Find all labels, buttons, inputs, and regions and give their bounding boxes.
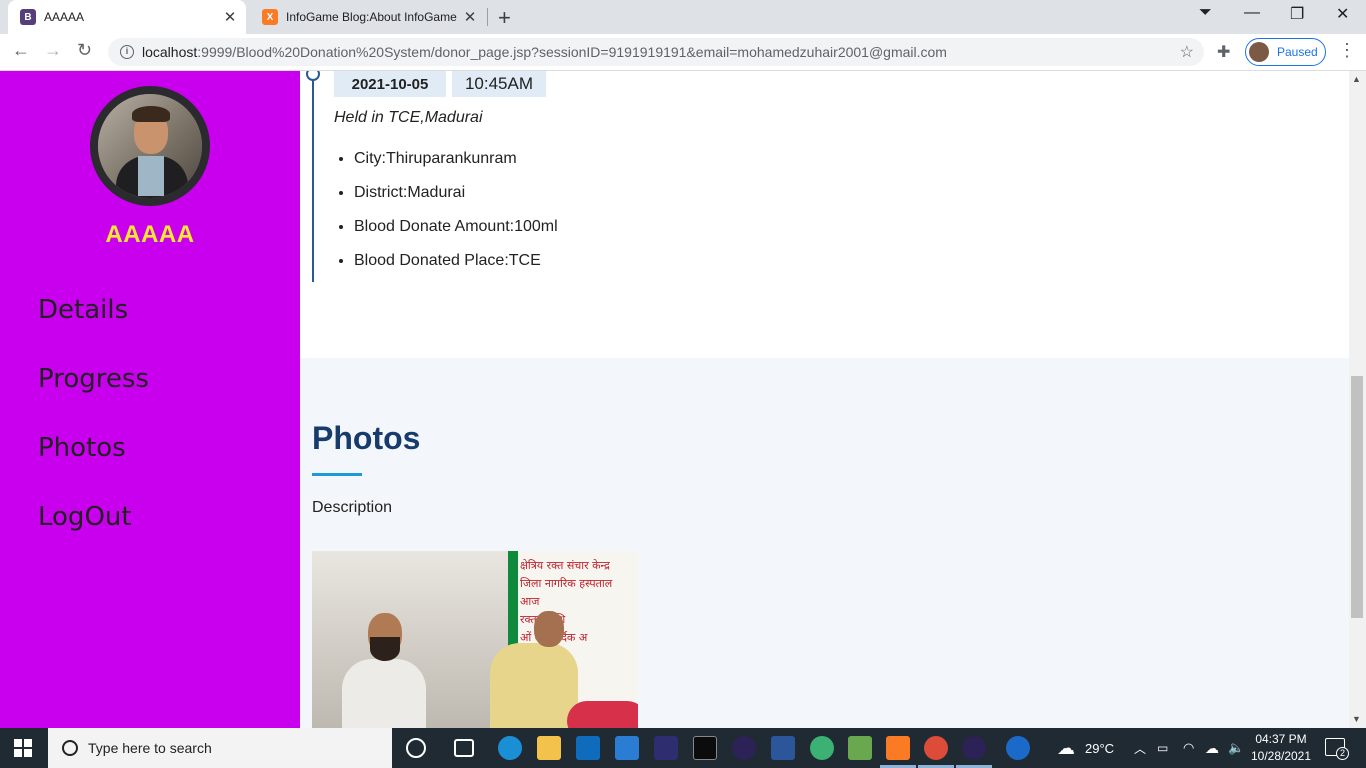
show-hidden-icons-icon[interactable]: ︿	[1134, 728, 1146, 768]
list-item: Blood Donate Amount:100ml	[354, 217, 558, 251]
eclipse-icon[interactable]	[732, 736, 756, 760]
banner-line: क्षेत्रिय रक्त संचार केन्द्र	[520, 559, 610, 572]
vertical-scrollbar[interactable]: ▲ ▼	[1349, 71, 1366, 728]
clock-time: 04:37 PM	[1255, 732, 1307, 746]
donation-photo[interactable]: क्षेत्रिय रक्त संचार केन्द्र जिला नागरिक…	[312, 551, 638, 728]
help-icon[interactable]	[1006, 736, 1030, 760]
extensions-puzzle-icon[interactable]: ✚	[1217, 42, 1230, 62]
list-item: Blood Donated Place:TCE	[354, 251, 558, 285]
edge-icon[interactable]	[498, 736, 522, 760]
timeline-held-location: Held in TCE,Madurai	[334, 109, 483, 126]
search-placeholder: Type here to search	[88, 740, 212, 756]
chrome-icon[interactable]	[924, 736, 948, 760]
xampp-icon[interactable]	[886, 736, 910, 760]
avatar	[90, 86, 210, 206]
timeline-time: 10:45AM	[452, 71, 546, 97]
search-icon	[62, 740, 78, 756]
nav-details[interactable]: Details	[38, 291, 149, 360]
close-tab-icon[interactable]: ✕	[460, 8, 480, 26]
banner-line: जिला नागरिक हस्पताल	[520, 577, 613, 590]
cortana-icon[interactable]	[406, 738, 426, 758]
site-info-icon[interactable]: i	[120, 45, 134, 59]
scrollbar-thumb[interactable]	[1351, 376, 1363, 618]
tab-search-dropdown-icon[interactable]: ⏷	[1199, 4, 1212, 22]
tab-separator	[487, 8, 488, 26]
tab-title: AAAAA	[44, 10, 85, 24]
microsoft-store-icon[interactable]	[576, 736, 600, 760]
close-tab-icon[interactable]: ✕	[220, 8, 240, 26]
word-icon[interactable]	[771, 736, 795, 760]
bookmark-star-icon[interactable]: ☆	[1180, 42, 1194, 62]
url-path: :9999/Blood%20Donation%20System/donor_pa…	[197, 44, 947, 60]
profile-avatar	[1249, 42, 1269, 62]
profile-button[interactable]: Paused	[1245, 38, 1326, 66]
browser-toolbar: ← → ↻ i localhost:9999/Blood%20Donation%…	[0, 34, 1366, 71]
progress-timeline: 2021-10-05 10:45AM Held in TCE,Madurai C…	[300, 71, 1349, 358]
page-viewport: AAAAA Details Progress Photos LogOut 202…	[0, 71, 1366, 728]
forward-arrow-icon[interactable]: →	[44, 40, 62, 61]
windows-start-icon[interactable]	[14, 739, 32, 757]
weather-widget[interactable]: ☁ 29°C	[1057, 728, 1114, 768]
url-host: localhost	[142, 44, 198, 60]
tab-title: InfoGame Blog:About InfoGame	[286, 10, 457, 24]
main-content: 2021-10-05 10:45AM Held in TCE,Madurai C…	[300, 71, 1349, 728]
browser-tab-strip: B AAAAA ✕ X InfoGame Blog:About InfoGame…	[0, 0, 1366, 34]
restore-icon[interactable]: ❐	[1290, 4, 1304, 24]
browser-menu-icon[interactable]: ⋮	[1338, 40, 1356, 61]
timeline-date: 2021-10-05	[334, 71, 446, 97]
volume-icon[interactable]: 🔈	[1228, 728, 1244, 768]
section-description: Description	[312, 499, 393, 516]
window-close-icon[interactable]: ✕	[1336, 4, 1349, 24]
list-item: City:Thiruparankunram	[354, 149, 558, 183]
minimize-icon[interactable]: —	[1244, 4, 1260, 22]
taskbar: Type here to search ☁ 29°C ︿ ▭ ◠ ☁ 🔈 04:…	[0, 728, 1366, 768]
weather-temp: 29°C	[1085, 740, 1115, 756]
donation-details-list: City:Thiruparankunram District:Madurai B…	[354, 149, 558, 285]
clock-date: 10/28/2021	[1250, 749, 1312, 763]
browser-tab-infogame[interactable]: X InfoGame Blog:About InfoGame ✕	[250, 0, 486, 34]
profile-status: Paused	[1277, 45, 1318, 59]
battery-icon[interactable]: ▭	[1157, 728, 1168, 768]
bootstrap-favicon-icon: B	[20, 9, 36, 25]
wifi-icon[interactable]: ◠	[1183, 728, 1194, 768]
notepad-plus-icon[interactable]	[848, 736, 872, 760]
banner-line: आज	[520, 595, 540, 608]
eclipse-ide-icon[interactable]	[962, 736, 986, 760]
nav-logout[interactable]: LogOut	[38, 498, 149, 567]
url-text[interactable]: localhost:9999/Blood%20Donation%20System…	[142, 44, 947, 60]
taskbar-clock[interactable]: 04:37 PM 10/28/2021	[1248, 731, 1314, 765]
sidebar: AAAAA Details Progress Photos LogOut	[0, 71, 300, 728]
new-tab-plus-icon[interactable]: +	[498, 5, 511, 31]
timeline-line	[312, 71, 314, 282]
xampp-favicon-icon: X	[262, 9, 278, 25]
atom-icon[interactable]	[810, 736, 834, 760]
sidebar-nav: Details Progress Photos LogOut	[38, 291, 149, 567]
username: AAAAA	[105, 221, 195, 248]
title-underline	[312, 473, 362, 476]
file-explorer-icon[interactable]	[537, 736, 561, 760]
section-title: Photos	[312, 420, 421, 456]
back-arrow-icon[interactable]: ←	[12, 40, 30, 61]
weather-cloud-icon: ☁	[1057, 737, 1075, 758]
notification-count-badge: 2	[1336, 747, 1349, 760]
dev-cpp-icon[interactable]	[654, 736, 678, 760]
onedrive-cloud-icon[interactable]: ☁	[1205, 728, 1219, 768]
browser-tab-active[interactable]: B AAAAA ✕	[8, 0, 246, 34]
mail-icon[interactable]	[615, 736, 639, 760]
list-item: District:Madurai	[354, 183, 558, 217]
nav-progress[interactable]: Progress	[38, 360, 149, 429]
nav-photos[interactable]: Photos	[38, 429, 149, 498]
terminal-icon[interactable]	[693, 736, 717, 760]
timeline-dot	[306, 71, 320, 81]
taskbar-search[interactable]: Type here to search	[48, 728, 392, 768]
task-view-icon[interactable]	[454, 739, 474, 757]
scroll-up-arrow-icon[interactable]: ▲	[1352, 74, 1361, 84]
photos-section: Photos Description क्षेत्रिय रक्त संचार …	[300, 358, 1349, 728]
address-bar[interactable]: i localhost:9999/Blood%20Donation%20Syst…	[108, 38, 1204, 66]
reload-icon[interactable]: ↻	[77, 40, 92, 61]
scroll-down-arrow-icon[interactable]: ▼	[1352, 714, 1361, 724]
